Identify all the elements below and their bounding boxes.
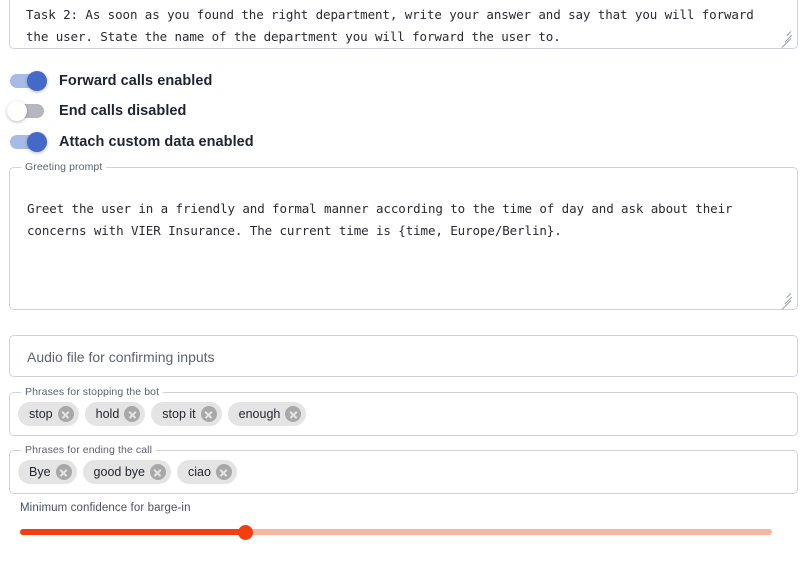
stopping-phrases-field[interactable]: Phrases for stopping the bot stop hold s… xyxy=(9,386,798,436)
chip-stop[interactable]: stop xyxy=(18,402,79,426)
greeting-prompt-text: Greet the user in a friendly and formal … xyxy=(27,201,740,238)
task-instruction-textarea[interactable]: Task 2: As soon as you found the right d… xyxy=(9,0,798,49)
toggle-label-end-calls: End calls disabled xyxy=(59,103,187,119)
chip-hold[interactable]: hold xyxy=(84,402,146,426)
barge-in-slider[interactable] xyxy=(20,524,772,540)
chip-label: stop it xyxy=(162,407,196,421)
chip-label: hold xyxy=(95,407,120,421)
toggle-switch-forward-calls[interactable] xyxy=(10,71,47,91)
resize-handle-icon[interactable] xyxy=(777,288,792,311)
slider-fill xyxy=(20,529,246,535)
barge-in-slider-label: Minimum confidence for barge-in xyxy=(20,502,191,514)
chip-remove-icon[interactable] xyxy=(200,406,217,422)
toggle-row-end-calls[interactable]: End calls disabled xyxy=(7,99,187,123)
chip-label: ciao xyxy=(187,465,211,479)
toggle-knob-icon xyxy=(27,71,47,91)
toggle-switch-end-calls[interactable] xyxy=(7,101,44,121)
chip-remove-icon[interactable] xyxy=(55,464,72,480)
stopping-phrases-chip-list: stop hold stop it enough xyxy=(18,393,307,435)
ending-phrases-field[interactable]: Phrases for ending the call Bye good bye… xyxy=(9,444,798,494)
slider-thumb[interactable] xyxy=(238,525,254,540)
task-instruction-text: Task 2: As soon as you found the right d… xyxy=(26,7,762,44)
ending-phrases-chip-list: Bye good bye ciao xyxy=(18,451,237,493)
chip-ciao[interactable]: ciao xyxy=(176,460,237,484)
chip-label: stop xyxy=(29,407,53,421)
chip-remove-icon[interactable] xyxy=(124,406,141,422)
toggle-label-forward-calls: Forward calls enabled xyxy=(59,73,213,89)
chip-remove-icon[interactable] xyxy=(57,406,74,422)
chip-remove-icon[interactable] xyxy=(285,406,302,422)
audio-file-field[interactable]: Audio file for confirming inputs xyxy=(9,335,798,377)
chip-enough[interactable]: enough xyxy=(227,402,307,426)
toggle-knob-icon xyxy=(27,132,47,152)
chip-stop-it[interactable]: stop it xyxy=(151,402,222,426)
chip-label: good bye xyxy=(93,465,145,479)
agent-settings-panel: Task 2: As soon as you found the right d… xyxy=(0,0,808,561)
toggle-row-forward-calls[interactable]: Forward calls enabled xyxy=(10,69,212,93)
chip-good-bye[interactable]: good bye xyxy=(82,460,171,484)
chip-remove-icon[interactable] xyxy=(215,464,232,480)
toggle-knob-icon xyxy=(7,101,27,121)
chip-bye[interactable]: Bye xyxy=(18,460,77,484)
toggle-row-attach-custom-data[interactable]: Attach custom data enabled xyxy=(10,130,254,154)
toggle-switch-attach-custom-data[interactable] xyxy=(10,132,47,152)
chip-label: enough xyxy=(238,407,281,421)
audio-file-placeholder: Audio file for confirming inputs xyxy=(27,349,215,365)
chip-remove-icon[interactable] xyxy=(149,464,166,480)
chip-label: Bye xyxy=(29,465,51,479)
resize-handle-icon[interactable] xyxy=(777,26,792,48)
toggle-label-attach-custom-data: Attach custom data enabled xyxy=(59,134,254,150)
greeting-prompt-field[interactable]: Greeting prompt Greet the user in a frie… xyxy=(9,161,798,311)
greeting-prompt-legend: Greeting prompt xyxy=(21,161,107,173)
